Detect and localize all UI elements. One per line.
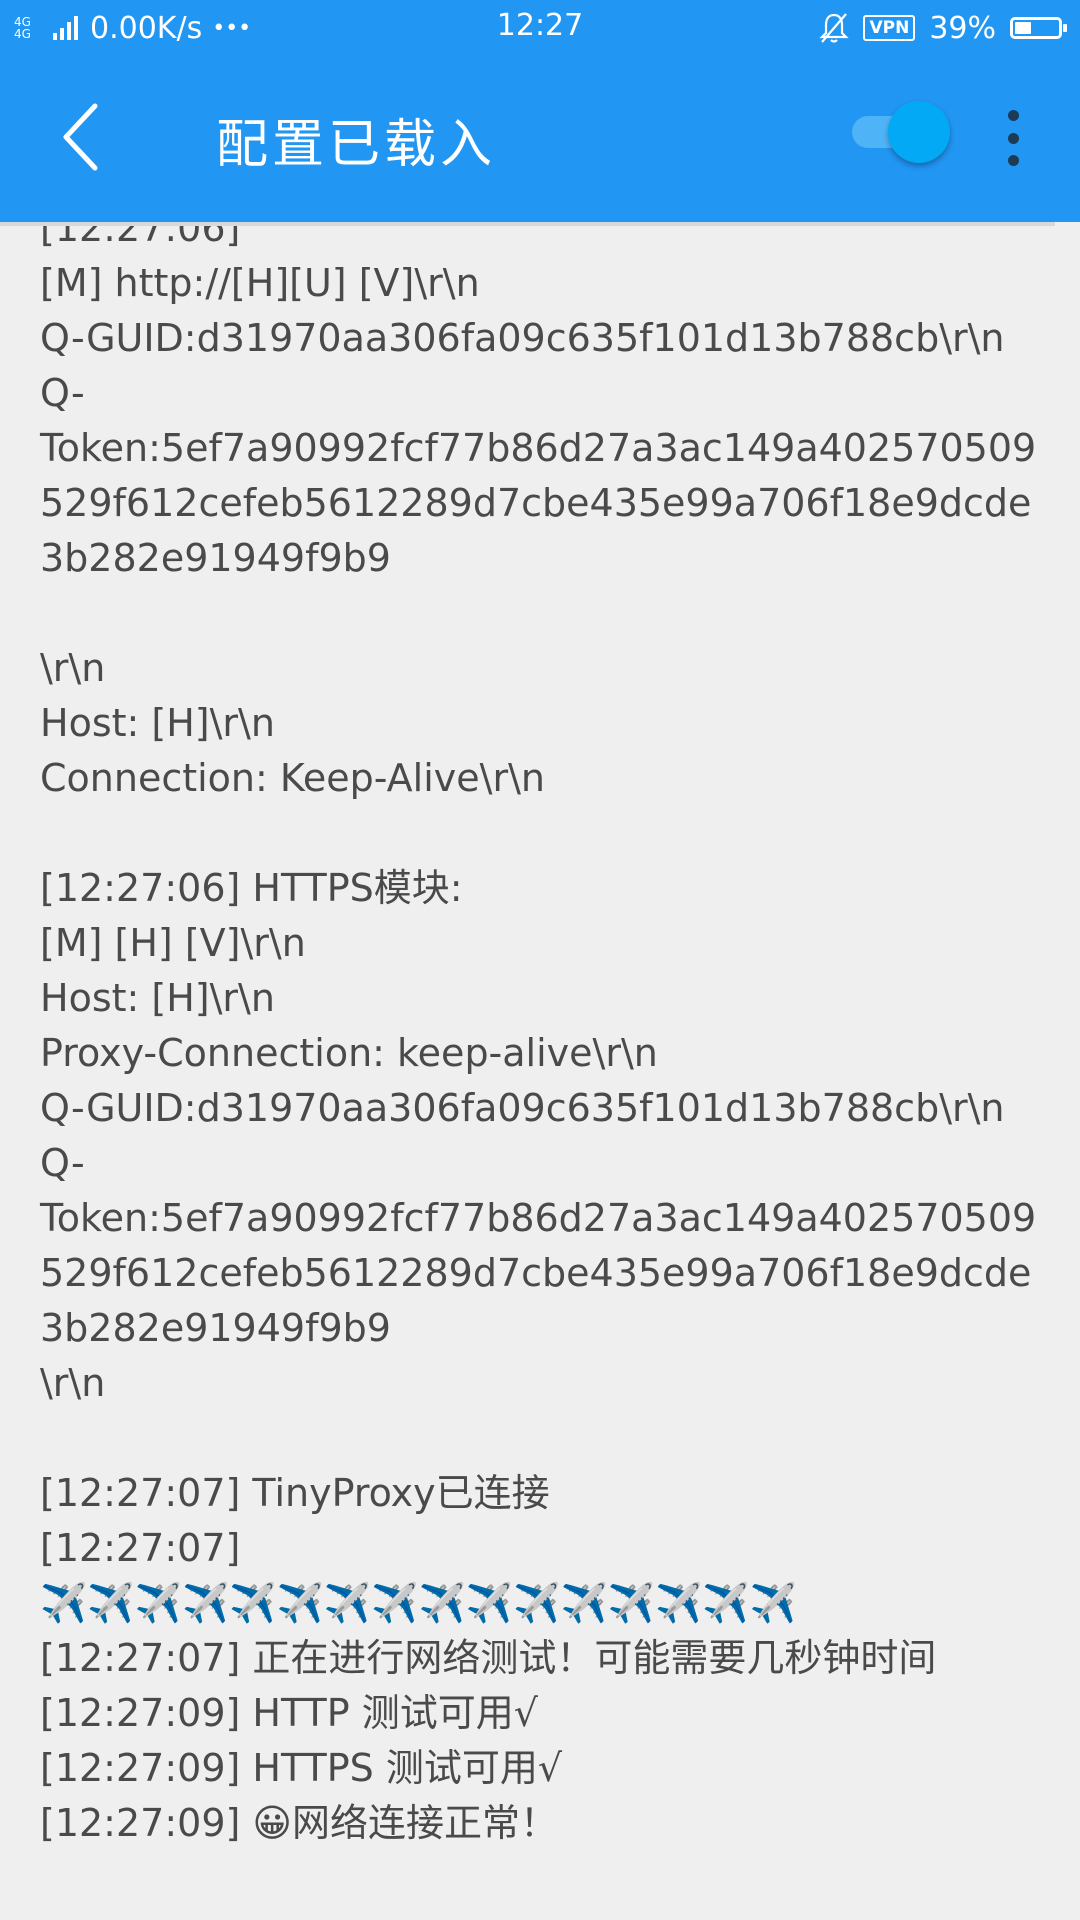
bell-muted-icon	[819, 13, 850, 43]
toolbar: 配置已载入	[0, 52, 1080, 222]
vpn-badge: VPN	[863, 15, 916, 41]
status-right: VPN 39%	[819, 8, 1067, 48]
log-text: [12:27:06] [M] http://[H][U] [V]\r\n Q-G…	[40, 222, 1037, 1845]
log-view[interactable]: [12:27:06] [M] http://[H][U] [V]\r\n Q-G…	[0, 222, 1080, 1920]
battery-fill	[1015, 22, 1031, 34]
menu-dot	[1007, 155, 1019, 166]
battery-icon	[1010, 17, 1067, 39]
service-toggle[interactable]	[852, 101, 950, 163]
page-title: 配置已载入	[216, 115, 497, 175]
menu-dot	[1007, 132, 1019, 144]
toggle-knob	[888, 101, 950, 163]
back-button[interactable]	[50, 92, 120, 182]
menu-dot	[1007, 110, 1019, 121]
battery-percent: 39%	[929, 10, 996, 46]
status-bar: 4G 4G 0.00K/s ••• 12:27 VPN 39%	[0, 0, 1080, 52]
overflow-menu-button[interactable]	[998, 110, 1028, 166]
header-divider	[0, 222, 1055, 226]
app-header: 4G 4G 0.00K/s ••• 12:27 VPN 39% 配置已载入	[0, 0, 1080, 222]
chevron-left-icon	[63, 103, 98, 171]
